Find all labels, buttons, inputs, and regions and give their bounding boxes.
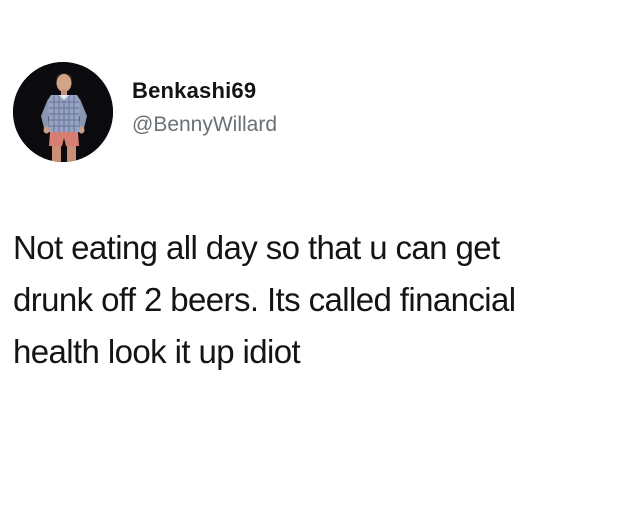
author-names: Benkashi69 @BennyWillard (132, 77, 277, 139)
tweet-header: Benkashi69 @BennyWillard (13, 62, 277, 162)
user-handle[interactable]: @BennyWillard (132, 111, 277, 139)
tweet-text: Not eating all day so that u can get dru… (13, 229, 516, 370)
display-name[interactable]: Benkashi69 (132, 77, 277, 105)
avatar[interactable] (13, 62, 113, 162)
profile-photo-icon (13, 62, 113, 162)
tweet-card: Benkashi69 @BennyWillard Not eating all … (0, 0, 640, 526)
